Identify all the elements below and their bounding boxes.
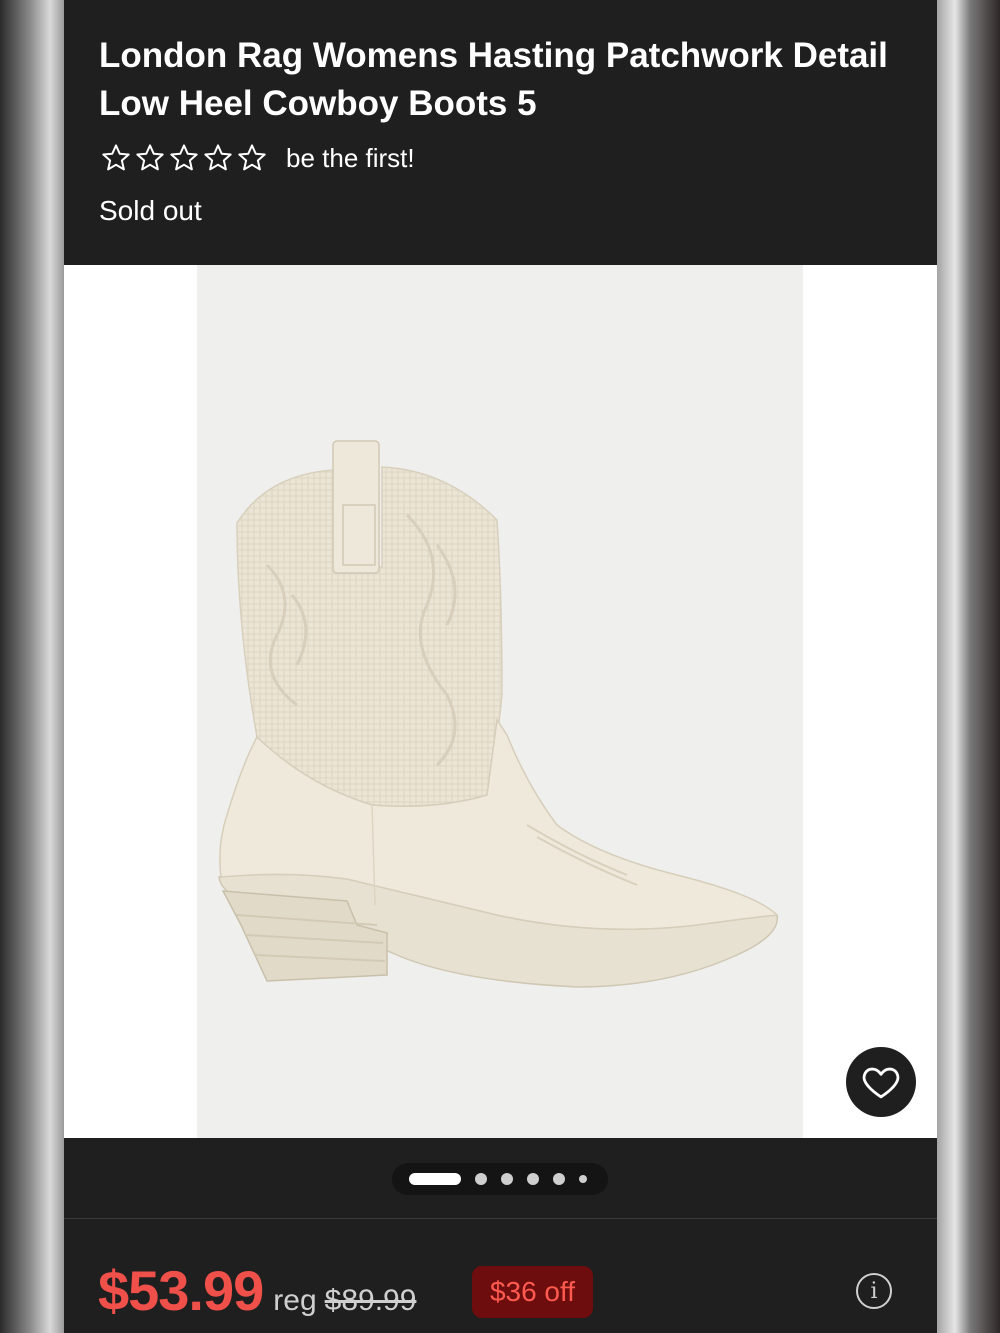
carousel-dot-6[interactable] [579, 1175, 587, 1183]
product-photo[interactable] [197, 265, 803, 1138]
heart-icon [862, 1067, 900, 1099]
rating-row[interactable]: be the first! [100, 142, 415, 174]
carousel-dot-2[interactable] [475, 1173, 487, 1185]
sale-price: $53.99 [98, 1259, 264, 1322]
product-title: London Rag Womens Hasting Patchwork Deta… [99, 36, 888, 123]
carousel-pagination [392, 1163, 608, 1195]
boot-image [218, 440, 779, 988]
product-image-carousel[interactable] [64, 265, 937, 1138]
carousel-dot-4[interactable] [527, 1173, 539, 1185]
price-row: $53.99 reg $89.99 [98, 1258, 416, 1323]
star-icon [238, 144, 266, 171]
star-icon [204, 144, 232, 171]
divider [64, 1218, 937, 1219]
rating-stars [100, 142, 268, 174]
carousel-dot-5[interactable] [553, 1173, 565, 1185]
regular-price-label: reg [273, 1284, 317, 1317]
discount-badge: $36 off [472, 1266, 593, 1318]
carousel-dot-3[interactable] [501, 1173, 513, 1185]
regular-price: $89.99 [324, 1284, 417, 1317]
star-icon [136, 144, 164, 171]
availability-status: Sold out [99, 195, 202, 226]
star-icon [102, 144, 130, 171]
carousel-dot-1[interactable] [409, 1173, 461, 1185]
star-icon [170, 144, 198, 171]
favorite-button[interactable] [846, 1047, 916, 1117]
rating-text[interactable]: be the first! [286, 143, 415, 174]
product-panel: London Rag Womens Hasting Patchwork Deta… [64, 0, 937, 1333]
info-icon[interactable]: i [856, 1273, 892, 1309]
